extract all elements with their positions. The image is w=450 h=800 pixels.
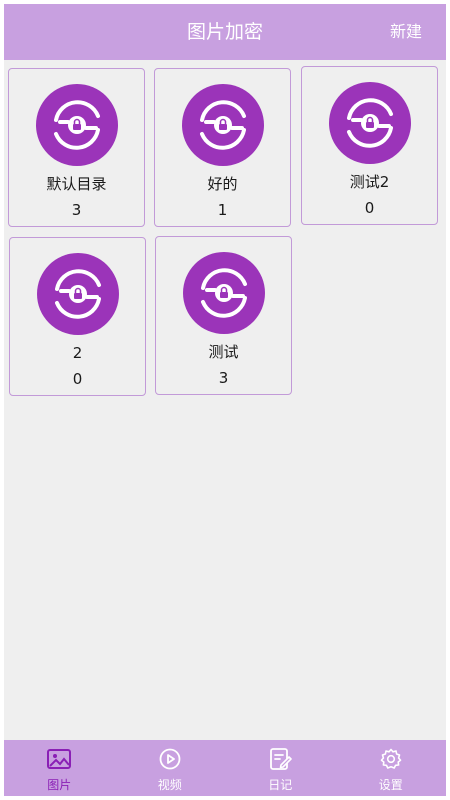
folder-card[interactable]: 默认目录 3 [8,68,145,227]
folder-count: 0 [364,199,375,217]
lock-logo-icon [36,84,118,166]
nav-label: 日记 [268,778,293,792]
nav-label: 设置 [378,778,403,792]
gear-icon [380,748,402,769]
folder-card[interactable]: 2 0 [9,237,146,396]
folder-card[interactable]: 测试 3 [155,236,292,395]
nav-label: 图片 [47,778,72,792]
lock-logo-icon [37,253,119,335]
folder-name: 测试2 [349,173,390,191]
nav-item-videos[interactable]: 视频 [115,740,226,796]
diary-edit-icon [270,748,293,770]
folder-name: 测试 [208,343,239,361]
new-folder-button[interactable]: 新建 [390,4,422,60]
bottom-nav: 图片 视频 日记 设置 [4,740,446,796]
nav-item-diary[interactable]: 日记 [225,740,336,796]
page-title: 图片加密 [186,21,263,43]
app-root: 图片加密 新建 默认目录 3 好的 1 测试2 0 2 0 测试 3 图片 视频… [0,0,450,800]
folder-count: 0 [72,370,83,388]
top-bar: 图片加密 新建 [4,4,446,60]
video-play-icon [159,748,181,770]
folder-card[interactable]: 好的 1 [154,68,291,227]
nav-item-images[interactable]: 图片 [4,740,115,796]
folder-name: 默认目录 [46,175,107,193]
folder-grid: 默认目录 3 好的 1 测试2 0 2 0 测试 3 [4,60,446,740]
folder-name: 好的 [207,175,238,193]
folder-count: 3 [218,369,229,387]
nav-item-settings[interactable]: 设置 [336,740,447,796]
folder-count: 3 [71,201,82,219]
lock-logo-icon [183,252,265,334]
nav-label: 视频 [157,778,182,792]
lock-logo-icon [182,84,264,166]
image-icon [47,749,72,769]
folder-card[interactable]: 测试2 0 [301,66,438,225]
folder-name: 2 [72,344,83,362]
folder-count: 1 [217,201,228,219]
lock-logo-icon [329,82,411,164]
